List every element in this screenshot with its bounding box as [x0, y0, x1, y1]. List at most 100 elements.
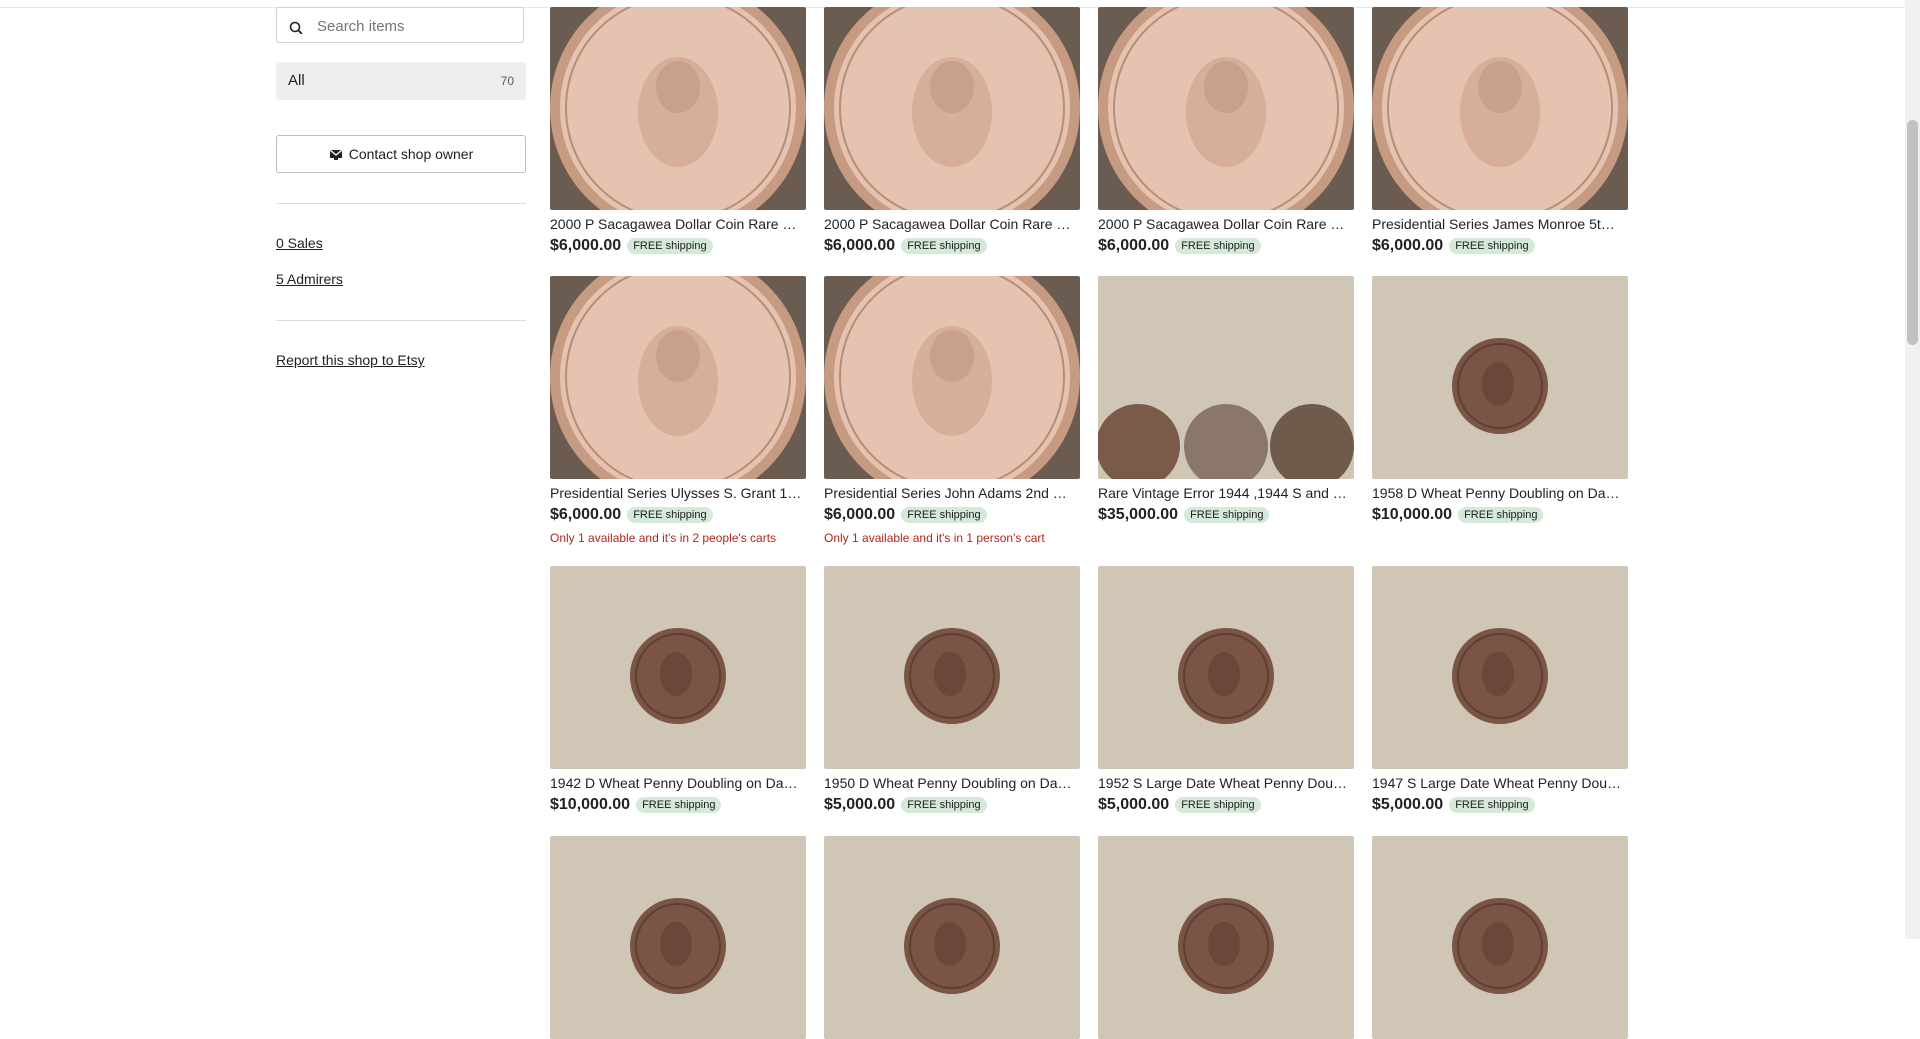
listing-image-wrapper[interactable] [824, 276, 1080, 479]
listing-price: $35,000.00 [1098, 506, 1179, 523]
scrollbar[interactable] [1905, 0, 1920, 939]
stock-warning: Only 1 available and it's in 1 person's … [824, 531, 1045, 545]
listing-title[interactable]: 2000 P Sacagawea Dollar Coin Rare … [1098, 215, 1354, 233]
listing-image [550, 276, 806, 479]
listing-image-wrapper[interactable] [824, 836, 1080, 1039]
price-row: $6,000.00 FREE shipping [824, 236, 1080, 256]
free-shipping-badge: FREE shipping [1175, 797, 1261, 813]
free-shipping-badge: FREE shipping [1458, 507, 1544, 523]
listing-price: $10,000.00 [1372, 506, 1453, 523]
price-row: $5,000.00 FREE shipping [824, 795, 1080, 815]
listing-image-wrapper[interactable] [824, 7, 1080, 210]
price-row: $10,000.00 FREE shipping [550, 795, 806, 815]
listing-price: $5,000.00 [1098, 796, 1170, 813]
listing-card[interactable]: 1942 D Wheat Penny Doubling on Da… $10,00… [550, 566, 806, 815]
listing-image-wrapper[interactable] [1098, 276, 1354, 479]
listing-image-wrapper[interactable] [1372, 566, 1628, 769]
listing-title[interactable]: 1947 S Large Date Wheat Penny Dou… [1372, 774, 1628, 792]
listing-title[interactable]: Presidential Series Ulysses S. Grant 1… [550, 484, 806, 502]
listing-image [1098, 836, 1354, 1039]
listing-image [1098, 276, 1354, 479]
contact-shop-owner-button[interactable]: Contact shop owner [276, 135, 526, 173]
price-row: $6,000.00 FREE shipping [1098, 236, 1354, 256]
listing-image-wrapper[interactable] [550, 276, 806, 479]
admirers-link[interactable]: 5 Admirers [276, 271, 343, 287]
listing-image [550, 836, 806, 1039]
listing-card[interactable] [1098, 836, 1354, 1039]
listing-image [824, 276, 1080, 479]
free-shipping-badge: FREE shipping [627, 507, 713, 523]
free-shipping-badge: FREE shipping [901, 797, 987, 813]
listing-image-wrapper[interactable] [1372, 7, 1628, 210]
free-shipping-badge: FREE shipping [1449, 238, 1535, 254]
listing-card[interactable]: 1947 S Large Date Wheat Penny Dou… $5,000… [1372, 566, 1628, 815]
listing-image-wrapper[interactable] [1372, 836, 1628, 1039]
listing-image-wrapper[interactable] [1098, 566, 1354, 769]
stock-warning: Only 1 available and it's in 2 people's … [550, 531, 777, 545]
listing-price: $5,000.00 [1372, 796, 1444, 813]
listing-image-wrapper[interactable] [550, 566, 806, 769]
listing-card[interactable]: 2000 P Sacagawea Dollar Coin Rare … $6,00… [1098, 7, 1354, 256]
listing-title[interactable]: 2000 P Sacagawea Dollar Coin Rare … [824, 215, 1080, 233]
listing-title[interactable]: Presidential Series John Adams 2nd … [824, 484, 1080, 502]
listing-title[interactable]: Rare Vintage Error 1944 ,1944 S and … [1098, 484, 1354, 502]
sales-link[interactable]: 0 Sales [276, 235, 323, 251]
listing-price: $6,000.00 [550, 506, 622, 523]
listing-image [824, 7, 1080, 210]
report-shop-link[interactable]: Report this shop to Etsy [276, 352, 425, 368]
listing-image-wrapper[interactable] [824, 566, 1080, 769]
listing-image-wrapper[interactable] [1372, 276, 1628, 479]
listing-image-wrapper[interactable] [1098, 7, 1354, 210]
listing-card[interactable]: 1958 D Wheat Penny Doubling on Da… $10,00… [1372, 276, 1628, 525]
price-row: $6,000.00 FREE shipping [1372, 236, 1628, 256]
divider [276, 320, 526, 321]
listing-card[interactable]: 1952 S Large Date Wheat Penny Dou… $5,000… [1098, 566, 1354, 815]
listing-price: $6,000.00 [550, 237, 622, 254]
listing-title[interactable]: 2000 P Sacagawea Dollar Coin Rare … [550, 215, 806, 233]
free-shipping-badge: FREE shipping [627, 238, 713, 254]
listing-card[interactable]: Presidential Series James Monroe 5t… $6,0… [1372, 7, 1628, 256]
listing-card[interactable]: 2000 P Sacagawea Dollar Coin Rare … $6,00… [824, 7, 1080, 256]
listing-image [1098, 7, 1354, 210]
listing-title[interactable]: Presidential Series James Monroe 5t… [1372, 215, 1628, 233]
price-row: $6,000.00 FREE shipping [824, 505, 1080, 525]
listing-card[interactable]: Presidential Series Ulysses S. Grant 1… $… [550, 276, 806, 545]
listing-image [1372, 276, 1628, 479]
listing-image-wrapper[interactable] [550, 7, 806, 210]
listing-title[interactable]: 1958 D Wheat Penny Doubling on Da… [1372, 484, 1628, 502]
price-row: $6,000.00 FREE shipping [550, 236, 806, 256]
listing-image [1372, 836, 1628, 1039]
listing-image [1098, 566, 1354, 769]
search-input[interactable] [315, 14, 519, 38]
price-row: $35,000.00 FREE shipping [1098, 505, 1354, 525]
search-icon [289, 21, 303, 34]
listing-image [824, 836, 1080, 1039]
listing-title[interactable]: 1942 D Wheat Penny Doubling on Da… [550, 774, 806, 792]
listing-card[interactable]: 1950 D Wheat Penny Doubling on Da… $5,000… [824, 566, 1080, 815]
listing-image-wrapper[interactable] [550, 836, 806, 1039]
scrollbar-thumb[interactable] [1907, 120, 1918, 345]
category-all[interactable]: All 70 [276, 62, 526, 100]
free-shipping-badge: FREE shipping [636, 797, 722, 813]
listing-card[interactable] [1372, 836, 1628, 1039]
listing-card[interactable] [550, 836, 806, 1039]
listing-price: $6,000.00 [824, 237, 896, 254]
listing-card[interactable]: Rare Vintage Error 1944 ,1944 S and … $35… [1098, 276, 1354, 525]
listing-card[interactable]: 2000 P Sacagawea Dollar Coin Rare … $6,00… [550, 7, 806, 256]
contact-label: Contact shop owner [348, 146, 474, 162]
price-row: $6,000.00 FREE shipping [550, 505, 806, 525]
listing-image-wrapper[interactable] [1098, 836, 1354, 1039]
listing-price: $6,000.00 [1098, 237, 1170, 254]
listing-image [550, 7, 806, 210]
search-box[interactable] [276, 7, 524, 43]
listing-image [1372, 566, 1628, 769]
listing-title[interactable]: 1952 S Large Date Wheat Penny Dou… [1098, 774, 1354, 792]
price-row: $5,000.00 FREE shipping [1098, 795, 1354, 815]
listing-title[interactable]: 1950 D Wheat Penny Doubling on Da… [824, 774, 1080, 792]
listing-price: $10,000.00 [550, 796, 631, 813]
free-shipping-badge: FREE shipping [901, 238, 987, 254]
price-row: $5,000.00 FREE shipping [1372, 795, 1628, 815]
listing-price: $5,000.00 [824, 796, 896, 813]
listing-card[interactable] [824, 836, 1080, 1039]
listing-card[interactable]: Presidential Series John Adams 2nd … $6,0… [824, 276, 1080, 545]
